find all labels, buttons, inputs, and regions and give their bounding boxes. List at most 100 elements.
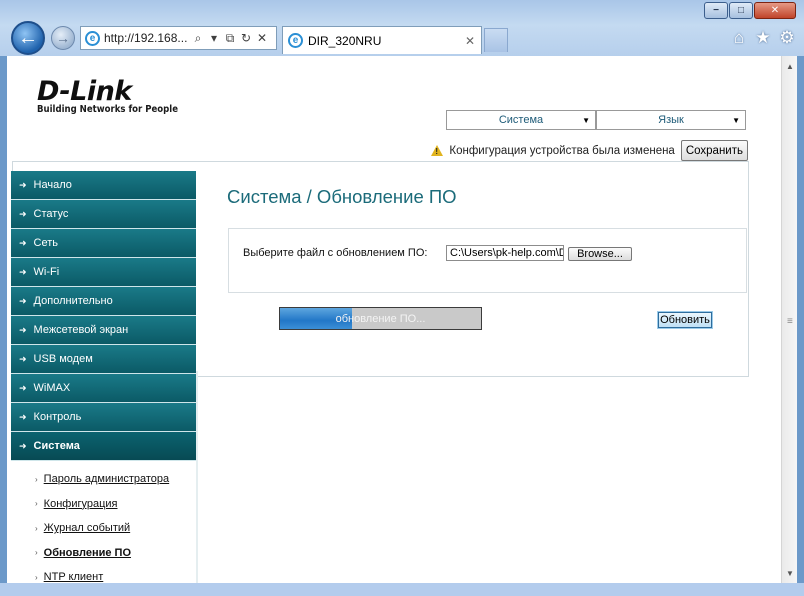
window-controls: − □ ✕ xyxy=(703,2,796,19)
submenu-item-label: Конфигурация xyxy=(43,497,118,510)
browser-chrome: − □ ✕ ← → e http://192.168... ⌕ ▾ ⧉ ↻ ✕ … xyxy=(0,0,804,56)
maximize-button[interactable]: □ xyxy=(729,2,753,19)
scroll-down-icon[interactable]: ▼ xyxy=(782,565,798,581)
back-button[interactable]: ← xyxy=(11,21,45,55)
sidebar-item-label: USB модем xyxy=(33,353,93,365)
sidebar-item-wimax[interactable]: ➜ WiMAX xyxy=(11,374,196,403)
refresh-icon[interactable]: ↻ xyxy=(240,31,252,45)
browser-toolbar-icons: ⌂ ★ ⚙ xyxy=(730,29,796,47)
submenu-item-label: Обновление ПО xyxy=(43,546,132,559)
settings-gear-icon[interactable]: ⚙ xyxy=(778,29,796,47)
arrow-right-icon: ➜ xyxy=(19,353,27,364)
sidebar-item-advanced[interactable]: ➜ Дополнительно xyxy=(11,287,196,316)
window-bottom-frame xyxy=(0,583,804,596)
language-select[interactable]: Язык ▼ xyxy=(596,110,746,130)
file-select-label: Выберите файл с обновлением ПО: xyxy=(243,247,428,259)
bullet-icon: › xyxy=(35,499,38,509)
ie-tab-icon: e xyxy=(288,33,303,48)
submenu-item-label: Пароль администратора xyxy=(43,473,170,486)
tab-title: DIR_320NRU xyxy=(308,33,382,48)
logo-text: D-Link xyxy=(37,76,132,107)
bullet-icon: › xyxy=(35,474,38,484)
save-button[interactable]: Сохранить xyxy=(680,140,748,161)
sidebar-item-label: Контроль xyxy=(33,411,82,423)
system-select-label: Система xyxy=(498,114,544,126)
sidebar-item-label: Сеть xyxy=(33,237,59,249)
update-firmware-button[interactable]: Обновить xyxy=(658,312,712,328)
sidebar-item-label: Статус xyxy=(33,208,69,220)
submenu-item-ntp-client[interactable]: › NTP клиент xyxy=(11,565,196,583)
close-window-button[interactable]: ✕ xyxy=(754,2,796,19)
sidebar-item-control[interactable]: ➜ Контроль xyxy=(11,403,196,432)
new-tab-button[interactable] xyxy=(484,28,508,52)
sidebar-item-system[interactable]: ➜ Система xyxy=(11,432,196,461)
sidebar-item-status[interactable]: ➜ Статус xyxy=(11,200,196,229)
sidebar-divider xyxy=(196,371,198,583)
back-arrow-icon: ← xyxy=(18,26,38,49)
chevron-down-icon: ▼ xyxy=(582,116,590,125)
bullet-icon: › xyxy=(35,523,38,533)
favorites-star-icon[interactable]: ★ xyxy=(754,29,772,47)
sidebar-item-label: WiMAX xyxy=(33,382,71,394)
warning-text: Конфигурация устройства была изменена xyxy=(449,144,675,157)
browse-button[interactable]: Browse... xyxy=(568,247,632,261)
arrow-right-icon: ➜ xyxy=(19,324,27,335)
sidebar-item-wifi[interactable]: ➜ Wi-Fi xyxy=(11,258,196,287)
address-dropdown-icon[interactable]: ▾ xyxy=(208,31,220,45)
submenu-item-admin-password[interactable]: › Пароль администратора xyxy=(11,467,196,492)
chevron-down-icon: ▼ xyxy=(732,116,740,125)
address-bar[interactable]: e http://192.168... ⌕ ▾ ⧉ ↻ ✕ xyxy=(80,26,277,50)
system-submenu: › Пароль администратора › Конфигурация › Жу… xyxy=(11,461,196,583)
file-path-input[interactable]: C:\Users\pk-help.com\De xyxy=(446,245,564,261)
sidebar-item-label: Межсетевой экран xyxy=(33,324,129,336)
sidebar-item-label: Система xyxy=(33,440,80,452)
system-menu-select[interactable]: Система ▼ xyxy=(446,110,596,130)
forward-button[interactable]: → xyxy=(51,26,75,50)
vertical-scrollbar[interactable]: ▲ ≡ ▼ xyxy=(781,56,797,583)
browser-tab[interactable]: e DIR_320NRU ✕ xyxy=(282,26,482,54)
scroll-up-icon[interactable]: ▲ xyxy=(782,58,798,74)
logo-tagline: Building Networks for People xyxy=(37,104,178,115)
submenu-item-label: Журнал событий xyxy=(43,522,131,535)
submenu-item-event-log[interactable]: › Журнал событий xyxy=(11,516,196,541)
dlink-logo: D-Link Building Networks for People xyxy=(37,76,178,116)
arrow-right-icon: ➜ xyxy=(19,266,27,277)
address-url[interactable]: http://192.168... xyxy=(104,31,188,45)
arrow-right-icon: ➜ xyxy=(19,295,27,306)
config-changed-notice: ! Конфигурация устройства была изменена … xyxy=(431,140,748,161)
sidebar-item-usb-modem[interactable]: ➜ USB модем xyxy=(11,345,196,374)
tab-close-icon[interactable]: ✕ xyxy=(465,34,475,48)
submenu-item-label: NTP клиент xyxy=(43,571,104,583)
search-icon[interactable]: ⌕ xyxy=(192,31,204,46)
language-select-label: Язык xyxy=(658,114,684,126)
warning-icon: ! xyxy=(431,145,444,156)
arrow-right-icon: ➜ xyxy=(19,411,27,422)
stop-icon[interactable]: ✕ xyxy=(256,31,268,45)
ie-page-icon: e xyxy=(85,30,100,46)
update-progress-bar: обновление ПО... xyxy=(279,307,482,330)
arrow-right-icon: ➜ xyxy=(19,237,27,248)
sidebar-item-label: Начало xyxy=(33,179,72,191)
sidebar-item-network[interactable]: ➜ Сеть xyxy=(11,229,196,258)
sidebar-item-home[interactable]: ➜ Начало xyxy=(11,171,196,200)
scrollbar-grip-icon[interactable]: ≡ xyxy=(787,316,793,327)
bullet-icon: › xyxy=(35,548,38,558)
arrow-right-icon: ➜ xyxy=(19,179,27,190)
sidebar-item-firewall[interactable]: ➜ Межсетевой экран xyxy=(11,316,196,345)
compatibility-view-icon[interactable]: ⧉ xyxy=(224,31,236,46)
forward-arrow-icon: → xyxy=(56,30,70,46)
arrow-right-icon: ➜ xyxy=(19,208,27,219)
sidebar-item-label: Дополнительно xyxy=(33,295,113,307)
progress-text: обновление ПО... xyxy=(335,312,426,325)
submenu-item-configuration[interactable]: › Конфигурация xyxy=(11,492,196,517)
minimize-button[interactable]: − xyxy=(704,2,728,19)
arrow-right-icon: ➜ xyxy=(19,382,27,393)
submenu-item-firmware-update[interactable]: › Обновление ПО xyxy=(11,541,196,566)
page-title: Система / Обновление ПО xyxy=(227,186,457,207)
page-viewport: D-Link Building Networks for People Сист… xyxy=(7,56,781,583)
home-icon[interactable]: ⌂ xyxy=(730,29,748,47)
bullet-icon: › xyxy=(35,572,38,582)
arrow-right-icon: ➜ xyxy=(19,440,27,451)
sidebar-menu: ➜ Начало ➜ Статус ➜ Сеть ➜ Wi-Fi ➜ Дополнител… xyxy=(11,171,196,583)
sidebar-item-label: Wi-Fi xyxy=(33,266,60,278)
